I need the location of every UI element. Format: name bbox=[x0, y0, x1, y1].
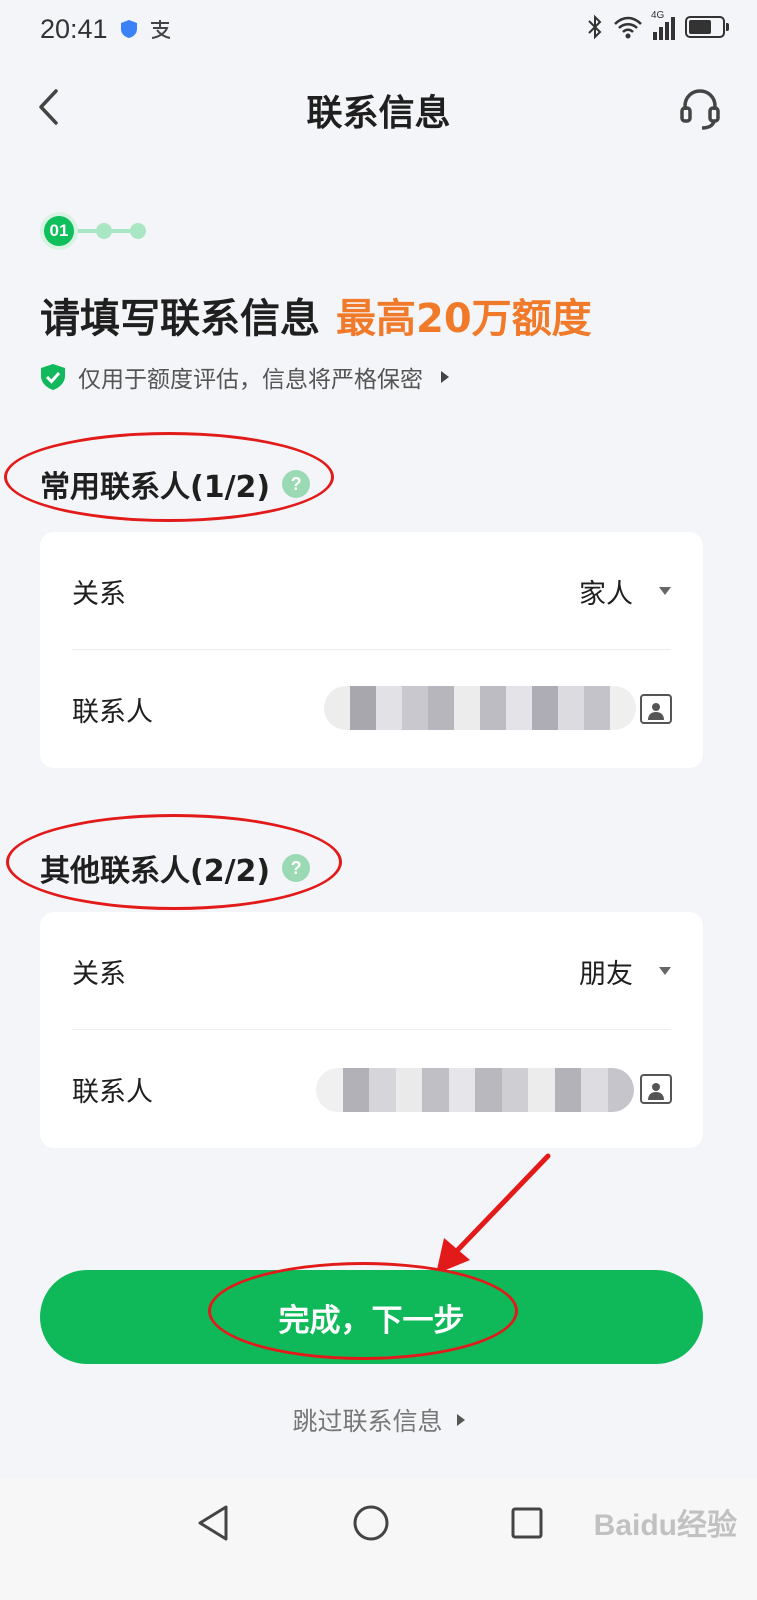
privacy-note-text: 仅用于额度评估，信息将严格保密 bbox=[78, 367, 423, 393]
contact-label: 联系人 bbox=[72, 696, 153, 728]
nav-recents-icon[interactable] bbox=[510, 1506, 544, 1540]
step-dot bbox=[96, 223, 112, 239]
step-progress: 01 bbox=[40, 212, 146, 250]
headline: 请填写联系信息 最高20万额度 bbox=[40, 286, 592, 344]
status-left-icons bbox=[120, 18, 172, 40]
relation-row[interactable]: 关系 家人 bbox=[40, 532, 703, 650]
status-time: 20:41 bbox=[40, 14, 108, 44]
contact-label: 联系人 bbox=[72, 1076, 153, 1108]
relation-value: 朋友 bbox=[579, 958, 633, 990]
step-current-number: 01 bbox=[44, 216, 74, 246]
bluetooth-icon bbox=[588, 14, 602, 40]
battery-icon bbox=[685, 16, 729, 38]
shield-icon bbox=[121, 20, 137, 38]
headline-main: 请填写联系信息 bbox=[40, 296, 320, 342]
caret-down-icon bbox=[659, 587, 671, 595]
annotation-ellipse bbox=[4, 432, 334, 522]
relation-select[interactable]: 朋友 bbox=[579, 952, 671, 991]
wifi-icon bbox=[614, 16, 642, 39]
step-connector bbox=[78, 229, 96, 233]
caret-down-icon bbox=[659, 967, 671, 975]
annotation-ellipse bbox=[6, 814, 342, 910]
skip-contact-text: 跳过联系信息 bbox=[292, 1407, 443, 1436]
skip-contact-link[interactable]: 跳过联系信息 bbox=[0, 1402, 757, 1438]
relation-label: 关系 bbox=[72, 578, 126, 610]
shield-check-icon bbox=[41, 364, 65, 390]
common-contact-card: 关系 家人 联系人 bbox=[40, 532, 703, 768]
annotation-ellipse bbox=[208, 1262, 518, 1360]
step-dot bbox=[130, 223, 146, 239]
page-title: 联系信息 bbox=[306, 93, 451, 134]
nav-home-icon[interactable] bbox=[352, 1504, 390, 1542]
headset-icon bbox=[680, 89, 720, 130]
contact-book-icon[interactable] bbox=[640, 694, 672, 724]
headline-highlight: 最高20万额度 bbox=[336, 296, 592, 342]
relation-value: 家人 bbox=[579, 578, 633, 610]
nav-back-icon[interactable] bbox=[196, 1504, 230, 1542]
signal-icon: 4G bbox=[651, 10, 675, 40]
watermark: Baidu经验 bbox=[593, 1509, 737, 1542]
alipay-icon bbox=[151, 20, 171, 39]
caret-right-icon bbox=[441, 371, 449, 383]
step-connector bbox=[112, 229, 130, 233]
network-type: 4G bbox=[651, 10, 665, 21]
relation-label: 关系 bbox=[72, 958, 126, 990]
privacy-note[interactable]: 仅用于额度评估，信息将严格保密 bbox=[40, 360, 449, 394]
contact-book-icon[interactable] bbox=[640, 1074, 672, 1104]
status-right-icons: 4G bbox=[587, 10, 729, 40]
caret-right-icon bbox=[456, 1414, 465, 1426]
annotation-arrow-icon bbox=[436, 1153, 551, 1274]
relation-row[interactable]: 关系 朋友 bbox=[40, 912, 703, 1030]
contact-input-blurred[interactable] bbox=[316, 1068, 634, 1112]
relation-select[interactable]: 家人 bbox=[579, 572, 671, 611]
step-current: 01 bbox=[40, 212, 78, 250]
other-contact-card: 关系 朋友 联系人 bbox=[40, 912, 703, 1148]
contact-input-blurred[interactable] bbox=[324, 686, 636, 730]
customer-service-button[interactable] bbox=[673, 82, 727, 136]
